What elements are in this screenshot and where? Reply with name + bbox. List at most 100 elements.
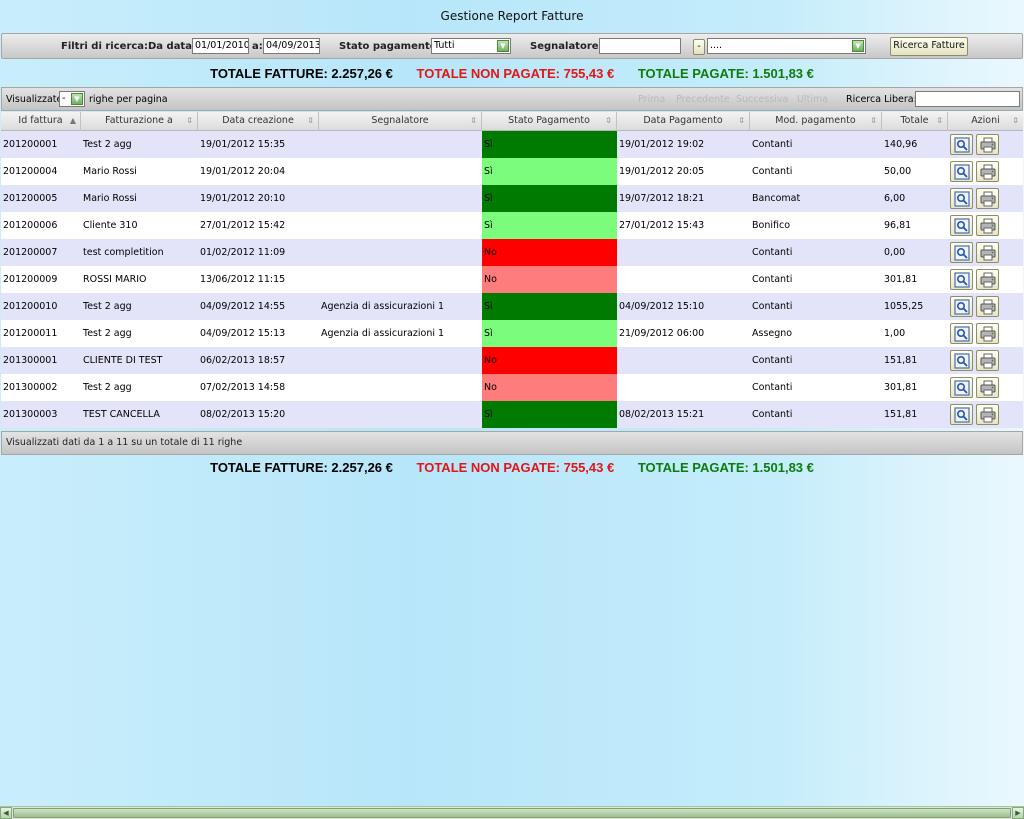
reporter-select-value: ....: [710, 40, 723, 51]
cell-created: 19/01/2012 15:35: [200, 139, 286, 150]
table-row[interactable]: 201300002 Test 2 agg 07/02/2013 14:58 No Con…: [1, 374, 1023, 401]
cell-paid-date: 19/01/2012 20:05: [619, 166, 705, 177]
magnifier-icon: [954, 353, 970, 369]
table-row[interactable]: 201200007 test completition 01/02/2012 11:…: [1, 239, 1023, 266]
view-invoice-button[interactable]: [950, 161, 973, 182]
col-created[interactable]: Data creazione ⇳: [198, 112, 319, 131]
col-status[interactable]: Stato Pagamento ⇳: [482, 112, 617, 131]
col-total[interactable]: Totale ⇳: [882, 112, 948, 131]
table-row[interactable]: 201200004 Mario Rossi 19/01/2012 20:04 Sì 19…: [1, 158, 1023, 185]
search-invoices-button[interactable]: Ricerca Fatture: [890, 37, 968, 56]
pager-next[interactable]: Successiva: [736, 94, 788, 105]
horizontal-scrollbar[interactable]: ◀ ▶: [0, 806, 1024, 819]
table-row[interactable]: 201200006 Cliente 310 27/01/2012 15:42 Sì 27…: [1, 212, 1023, 239]
view-invoice-button[interactable]: [950, 404, 973, 425]
col-method-label: Mod. pagamento: [775, 115, 856, 126]
chevron-down-icon[interactable]: ▼: [71, 93, 83, 105]
rows-per-page-select[interactable]: - ▼: [59, 91, 85, 107]
col-actions[interactable]: Azioni ⇳: [948, 112, 1023, 131]
filters-label: Filtri di ricerca:: [61, 41, 149, 52]
table-row[interactable]: 201200001 Test 2 agg 19/01/2012 15:35 Sì 19/…: [1, 131, 1023, 158]
view-invoice-button[interactable]: [950, 242, 973, 263]
col-paid-date[interactable]: Data Pagamento ⇳: [617, 112, 750, 131]
col-billing[interactable]: Fatturazione a ⇳: [81, 112, 198, 131]
cell-total: 140,96: [884, 139, 918, 150]
cell-paid-date: [617, 266, 750, 293]
print-invoice-button[interactable]: [976, 161, 999, 182]
table-row[interactable]: 201200011 Test 2 agg 04/09/2012 15:13 Agenz…: [1, 320, 1023, 347]
printer-icon: [980, 353, 996, 369]
cell-status: Sì: [482, 185, 617, 212]
printer-icon: [980, 218, 996, 234]
status-select-value: Tutti: [434, 40, 455, 51]
reporter-select[interactable]: .... ▼: [707, 38, 866, 54]
view-invoice-button[interactable]: [950, 134, 973, 155]
print-invoice-button[interactable]: [976, 404, 999, 425]
cell-total: 151,81: [884, 355, 918, 366]
col-id-label: Id fattura: [18, 115, 63, 126]
cell-paid-date: 21/09/2012 06:00: [619, 328, 705, 339]
printer-icon: [980, 137, 996, 153]
totals-bottom: TOTALE FATTURE: 2.257,26 € TOTALE NON PA…: [0, 460, 1024, 475]
scroll-right-icon[interactable]: ▶: [1012, 807, 1024, 819]
cell-total: 301,81: [884, 274, 918, 285]
rows-per-page-value: -: [62, 93, 66, 104]
free-search-input[interactable]: [915, 91, 1020, 107]
total-paid: TOTALE PAGATE: 1.501,83 €: [637, 66, 814, 81]
print-invoice-button[interactable]: [976, 323, 999, 344]
to-date-input[interactable]: 04/09/2013: [263, 38, 320, 54]
view-invoice-button[interactable]: [950, 215, 973, 236]
print-invoice-button[interactable]: [976, 134, 999, 155]
sort-icon: ⇳: [936, 116, 943, 125]
table-row[interactable]: 201300001 CLIENTE DI TEST 06/02/2013 18:57…: [1, 347, 1023, 374]
status-select[interactable]: Tutti ▼: [431, 38, 511, 54]
cell-reporter: Agenzia di assicurazioni 1: [321, 301, 445, 312]
from-date-input[interactable]: 01/01/2010: [192, 38, 249, 54]
reporter-input[interactable]: [599, 38, 681, 54]
print-invoice-button[interactable]: [976, 296, 999, 317]
pager-prev[interactable]: Precedente: [676, 94, 730, 105]
pager-first[interactable]: Prima: [638, 94, 665, 105]
table-row[interactable]: 201300003 TEST CANCELLA 08/02/2013 15:20 Sì…: [1, 401, 1023, 428]
view-invoice-button[interactable]: [950, 377, 973, 398]
col-method[interactable]: Mod. pagamento ⇳: [750, 112, 882, 131]
print-invoice-button[interactable]: [976, 377, 999, 398]
view-invoice-button[interactable]: [950, 323, 973, 344]
print-invoice-button[interactable]: [976, 242, 999, 263]
reporter-clear-button[interactable]: -: [693, 39, 705, 55]
col-id[interactable]: Id fattura ▲: [1, 112, 81, 131]
cell-method: Contanti: [752, 247, 793, 258]
table-row[interactable]: 201200009 ROSSI MARIO 13/06/2012 11:15 No Co…: [1, 266, 1023, 293]
printer-icon: [980, 245, 996, 261]
scroll-thumb[interactable]: [13, 808, 1011, 818]
cell-total: 1,00: [884, 328, 906, 339]
cell-paid-date: 19/01/2012 19:02: [619, 139, 705, 150]
chevron-down-icon[interactable]: ▼: [497, 40, 509, 52]
magnifier-icon: [954, 137, 970, 153]
table-toolbar: Visualizzate - ▼ righe per pagina Prima …: [1, 87, 1023, 111]
pager-last[interactable]: Ultima: [797, 94, 828, 105]
status-label: Stato pagamento:: [339, 41, 441, 52]
chevron-down-icon[interactable]: ▼: [852, 40, 864, 52]
cell-total: 6,00: [884, 193, 906, 204]
sort-icon: ⇳: [470, 116, 477, 125]
view-invoice-button[interactable]: [950, 350, 973, 371]
col-reporter[interactable]: Segnalatore ⇳: [319, 112, 482, 131]
table-row[interactable]: 201200010 Test 2 agg 04/09/2012 14:55 Agenz…: [1, 293, 1023, 320]
cell-paid-date: [617, 347, 750, 374]
cell-billing: Test 2 agg: [83, 382, 132, 393]
cell-method: Contanti: [752, 139, 793, 150]
print-invoice-button[interactable]: [976, 269, 999, 290]
table-row[interactable]: 201200005 Mario Rossi 19/01/2012 20:10 Sì 19…: [1, 185, 1023, 212]
cell-id: 201300002: [3, 382, 58, 393]
print-invoice-button[interactable]: [976, 350, 999, 371]
print-invoice-button[interactable]: [976, 215, 999, 236]
view-invoice-button[interactable]: [950, 269, 973, 290]
cell-total: 96,81: [884, 220, 912, 231]
scroll-left-icon[interactable]: ◀: [0, 807, 12, 819]
print-invoice-button[interactable]: [976, 188, 999, 209]
view-invoice-button[interactable]: [950, 188, 973, 209]
total-unpaid: TOTALE NON PAGATE: 755,43 €: [416, 460, 615, 475]
view-invoice-button[interactable]: [950, 296, 973, 317]
total-unpaid: TOTALE NON PAGATE: 755,43 €: [416, 66, 615, 81]
